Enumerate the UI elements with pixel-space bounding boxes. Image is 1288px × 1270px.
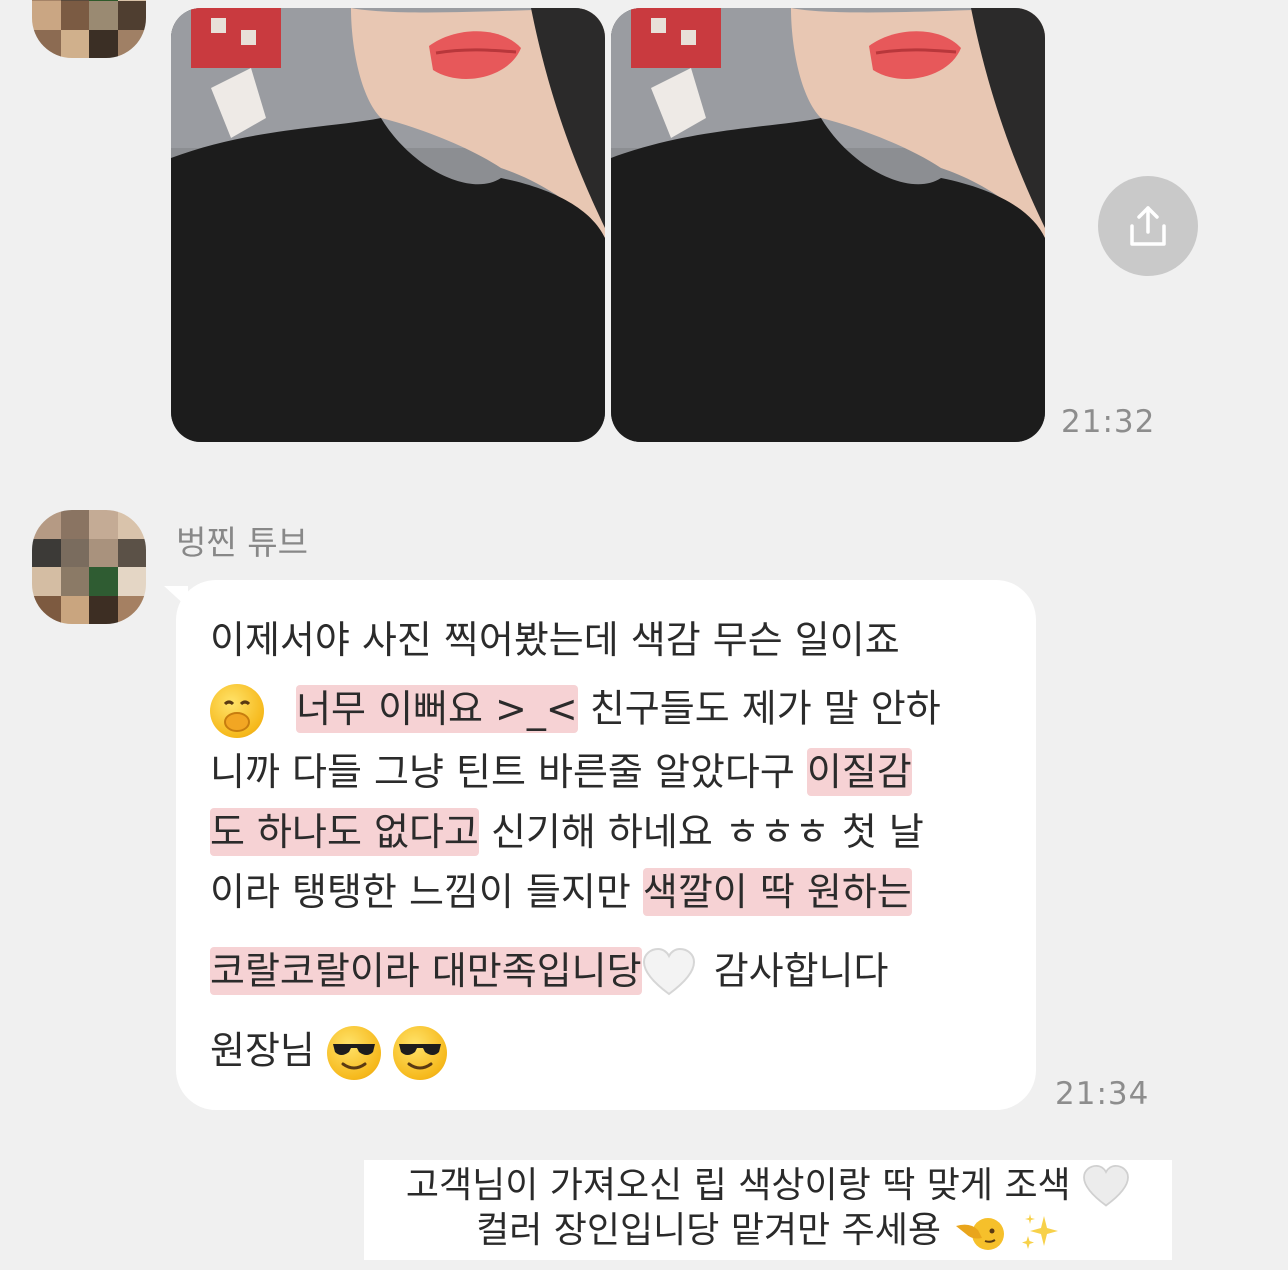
message-line-5: 이라 탱탱한 느낌이 들지만 색깔이 딱 원하는 [210,868,912,916]
photo-timestamp: 21:32 [1061,404,1156,440]
highlight-text-2: 이질감 [806,748,912,796]
sunglasses-face-emoji [393,1026,448,1080]
pointing-face-emoji [956,1218,1005,1250]
white-heart-emoji [642,947,695,996]
highlight-text-5: 코랄코랄이라 대만족입니당 [210,946,642,995]
message-line-3: 니까 다들 그냥 틴트 바른줄 알았다구 이질감 [210,748,912,796]
sender-avatar-top[interactable] [32,0,146,58]
photo-image-2 [611,8,1045,442]
highlight-text-1: 너무 이뻐요 >_< [296,684,578,733]
text-timestamp: 21:34 [1055,1076,1150,1112]
message-line-4: 도 하나도 없다고 신기해 하네요 ㅎㅎㅎ 첫 날 [210,808,924,856]
sunglasses-face-emoji [326,1026,381,1080]
sender-avatar[interactable] [32,510,146,624]
face-with-hand-over-mouth-emoji [210,684,264,738]
message-line-2: 너무 이뻐요 >_< 친구들도 제가 말 안하 [210,684,941,738]
message-line-1: 이제서야 사진 찍어봤는데 색감 무슨 일이죠 [210,618,900,662]
highlight-text-3: 도 하나도 없다고 [210,808,479,856]
photo-image-1 [171,8,605,442]
photo-message-2[interactable] [611,8,1045,442]
sender-name: 벙찐 튜브 [176,523,308,562]
sparkles-emoji [1021,1214,1058,1249]
text-message-bubble[interactable]: 이제서야 사진 찍어봤는데 색감 무슨 일이죠 너무 이뻐요 >_< 친구들도 … [176,580,1036,1110]
caption-line-2: 컬러 장인입니당 맡겨만 주세용 [372,1209,1164,1253]
message-line-6: 코랄코랄이라 대만족입니당 감사합니다 [210,946,889,998]
share-button[interactable] [1098,176,1198,276]
share-icon [1130,206,1166,246]
caption-line-1: 고객님이 가져오신 립 색상이랑 딱 맞게 조색 [372,1164,1164,1209]
highlight-text-4: 색깔이 딱 원하는 [642,868,912,916]
caption-box: 고객님이 가져오신 립 색상이랑 딱 맞게 조색 컬러 장인입니당 맡겨만 주세… [364,1160,1172,1260]
photo-message-1[interactable] [171,8,605,442]
white-heart-emoji [1083,1165,1130,1207]
message-line-7: 원장님 [210,1026,448,1080]
